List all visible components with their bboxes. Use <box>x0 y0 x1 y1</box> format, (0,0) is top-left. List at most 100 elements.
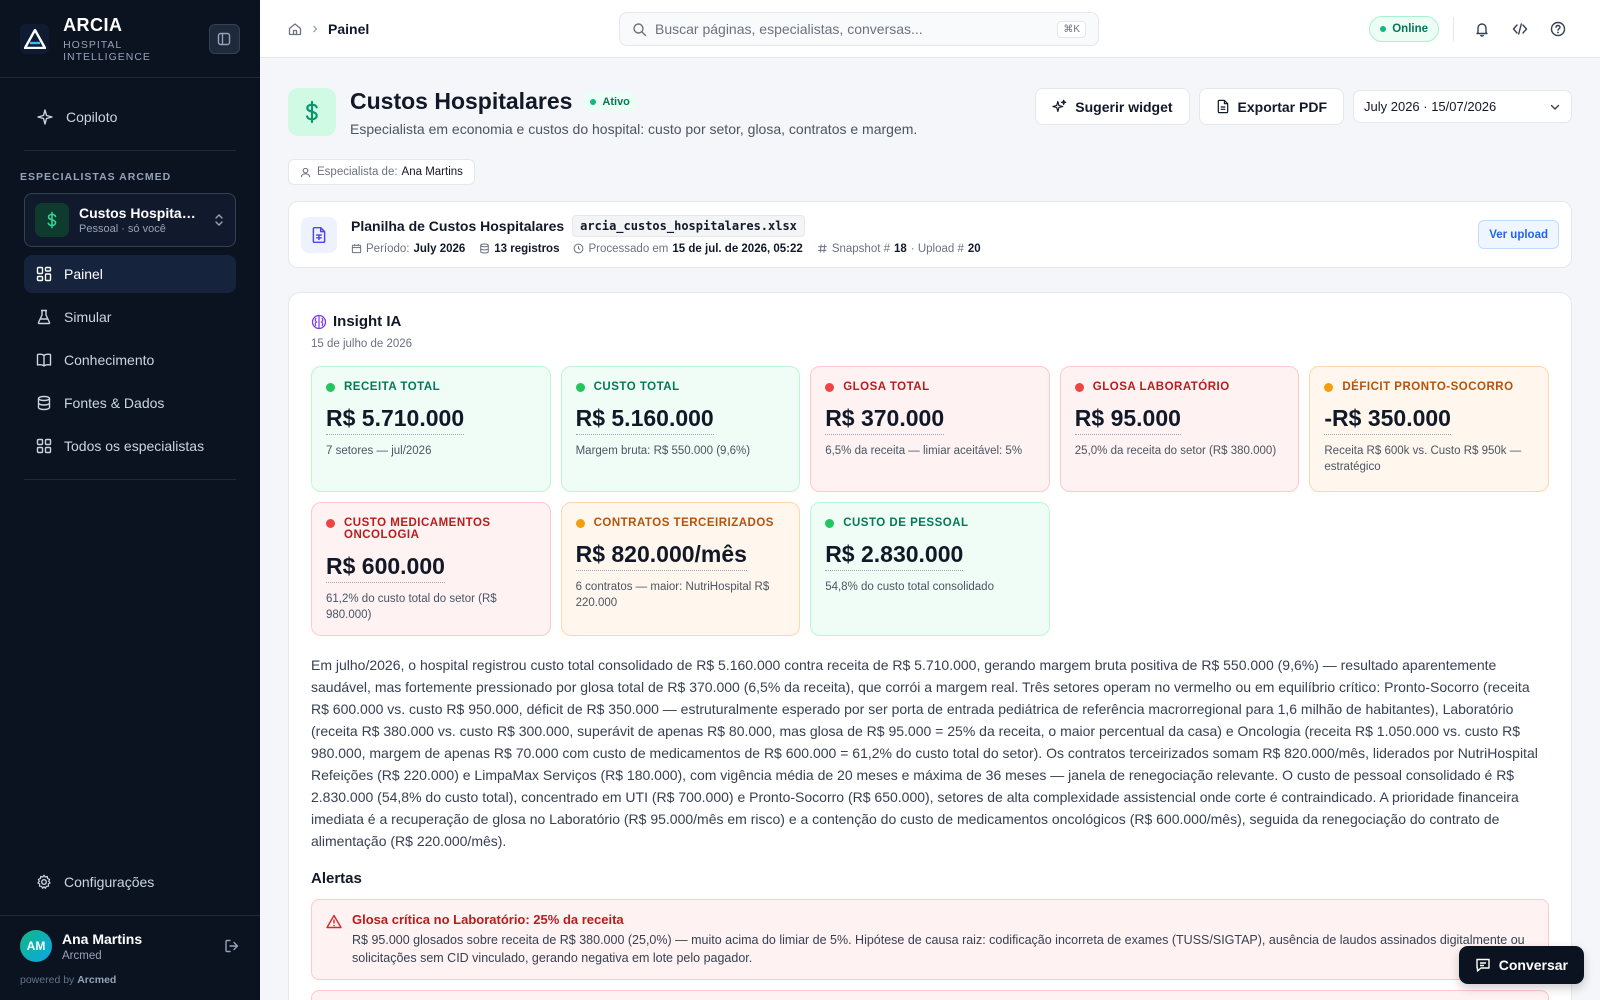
logout-button[interactable] <box>224 938 240 954</box>
kpi-card: CUSTO MEDICAMENTOS ONCOLOGIA R$ 600.000 … <box>311 502 551 636</box>
avatar: AM <box>20 930 52 962</box>
nav-simular[interactable]: Simular <box>24 298 236 336</box>
nav-copilot[interactable]: Copiloto <box>24 98 236 136</box>
brand-name: ARCIA <box>63 14 123 35</box>
date-select[interactable]: July 2026 · 15/07/2026 <box>1353 90 1572 123</box>
page-description: Especialista em economia e custos do hos… <box>350 121 918 137</box>
kpi-value[interactable]: R$ 2.830.000 <box>825 541 964 571</box>
hash-icon <box>817 244 827 253</box>
meta-processed-value: 15 de jul. de 2026, 05:22 <box>672 242 803 255</box>
date-select-value: July 2026 · 15/07/2026 <box>1364 99 1497 114</box>
topbar: Painel ⌘K Online <box>260 0 1600 58</box>
file-icon <box>1217 99 1228 114</box>
search-input[interactable] <box>655 21 1058 37</box>
kpi-note: Receita R$ 600k vs. Custo R$ 950k — estr… <box>1324 445 1522 473</box>
chevron-right-icon <box>313 25 318 32</box>
kpi-card: GLOSA LABORATÓRIO R$ 95.000 25,0% da rec… <box>1059 366 1300 492</box>
nav-conhecimento[interactable]: Conhecimento <box>24 341 236 379</box>
meta-records: 13 registros <box>479 243 559 255</box>
alert-item: Glosa crítica no Laboratório: 25% da rec… <box>311 899 1549 980</box>
kpi-card: GLOSA TOTAL R$ 370.000 6,5% da receita —… <box>810 366 1050 492</box>
alerts-title: Alertas <box>311 870 362 887</box>
kpi-label: CUSTO DE PESSOAL <box>843 517 969 529</box>
search-icon <box>633 22 647 36</box>
status-text: Online <box>1392 22 1428 35</box>
meta-records-value: 13 registros <box>494 242 560 255</box>
database-icon <box>37 395 51 411</box>
arcia-logo-icon <box>20 23 50 54</box>
specialist-name: Custos Hospitalares <box>79 205 197 221</box>
kpi-value[interactable]: R$ 820.000/mês <box>575 541 747 571</box>
meta-snapshot: Snapshot # 18 · Upload #20 <box>817 243 981 255</box>
bell-icon <box>1476 22 1488 37</box>
notifications-button[interactable] <box>1468 15 1496 43</box>
nav-conhecimento-label: Conhecimento <box>64 352 155 368</box>
kpi-card: CONTRATOS TERCEIRIZADOS R$ 820.000/mês 6… <box>560 502 801 636</box>
nav-fontes-dados[interactable]: Fontes & Dados <box>24 384 236 422</box>
alert-text: R$ 95.000 glosados sobre receita de R$ 3… <box>352 933 1525 965</box>
nav-fontes-label: Fontes & Dados <box>64 395 165 411</box>
kpi-value[interactable]: -R$ 350.000 <box>1324 405 1451 435</box>
upload-title: Planilha de Custos Hospitalares <box>351 217 565 234</box>
kpi-card: RECEITA TOTAL R$ 5.710.000 7 setores — j… <box>311 366 551 492</box>
export-pdf-button[interactable]: Exportar PDF <box>1198 88 1344 125</box>
kpi-label: CUSTO MEDICAMENTOS ONCOLOGIA <box>344 517 491 541</box>
user-profile[interactable]: AM Ana Martins Arcmed <box>0 915 260 968</box>
page-title: Custos Hospitalares <box>350 88 573 114</box>
nav-copilot-label: Copiloto <box>66 109 118 125</box>
gear-icon <box>37 874 51 889</box>
kpi-value[interactable]: R$ 600.000 <box>326 553 445 583</box>
search-shortcut: ⌘K <box>1057 20 1086 38</box>
kpi-label: CONTRATOS TERCEIRIZADOS <box>593 517 774 529</box>
owner-chip: Especialista de: Ana Martins <box>288 159 475 185</box>
nav-painel[interactable]: Painel <box>24 255 236 293</box>
search-bar[interactable]: ⌘K <box>619 12 1099 46</box>
specialist-sub: Pessoal · só você <box>79 223 166 235</box>
suggest-widget-button[interactable]: Sugerir widget <box>1035 88 1190 125</box>
grid-icon <box>36 438 52 454</box>
meta-upload-label: · Upload # <box>910 242 964 255</box>
main-content: Custos Hospitalares Ativo Especialista e… <box>260 58 1600 1000</box>
alert-title: Glosa crítica no Laboratório: 25% da rec… <box>352 912 624 927</box>
kpi-note: 25,0% da receita do setor (R$ 380.000) <box>1074 445 1277 457</box>
kpi-label: RECEITA TOTAL <box>344 381 441 393</box>
clock-icon <box>574 243 584 254</box>
kpi-note: 7 setores — jul/2026 <box>326 445 432 457</box>
kpi-value[interactable]: R$ 5.160.000 <box>575 405 714 435</box>
kpi-label: GLOSA LABORATÓRIO <box>1092 381 1230 393</box>
suggest-widget-label: Sugerir widget <box>1075 98 1173 115</box>
kpi-value[interactable]: R$ 5.710.000 <box>326 405 465 435</box>
kpi-value[interactable]: R$ 370.000 <box>825 405 945 435</box>
home-icon[interactable] <box>288 22 302 36</box>
collapse-sidebar-button[interactable] <box>208 23 240 54</box>
upload-card: Planilha de Custos Hospitalares arcia_cu… <box>288 201 1572 268</box>
chat-button-label: Conversar <box>1498 957 1568 973</box>
dollar-icon <box>288 88 336 136</box>
sidebar-toggle-icon <box>218 32 231 45</box>
page-header: Custos Hospitalares Ativo Especialista e… <box>288 88 1572 137</box>
user-name: Ana Martins <box>62 930 143 947</box>
kpi-card: DÉFICIT PRONTO-SOCORRO -R$ 350.000 Recei… <box>1309 366 1549 492</box>
sparkles-icon <box>37 109 53 125</box>
view-upload-button[interactable]: Ver upload <box>1478 220 1559 249</box>
chevron-up-down-icon <box>215 214 223 226</box>
section-title: ESPECIALISTAS ARCMED <box>20 171 172 183</box>
chat-button[interactable]: Conversar <box>1458 946 1584 984</box>
kpi-note: 54,8% do custo total consolidado <box>825 581 994 593</box>
active-badge-text: Ativo <box>602 95 630 108</box>
nav-todos-especialistas[interactable]: Todos os especialistas <box>24 427 236 465</box>
specialist-switcher[interactable]: Custos Hospitalares Pessoal · só você <box>24 193 236 247</box>
help-button[interactable] <box>1544 15 1572 43</box>
calendar-icon <box>351 244 362 254</box>
kpi-label: DÉFICIT PRONTO-SOCORRO <box>1342 381 1514 393</box>
kpi-label: GLOSA TOTAL <box>843 381 930 393</box>
powered-prefix: powered by <box>20 974 75 986</box>
dollar-icon <box>35 203 69 237</box>
nav-configuracoes-label: Configurações <box>64 874 155 890</box>
insight-text: Em julho/2026, o hospital registrou cust… <box>311 657 1538 849</box>
divider <box>1453 16 1454 41</box>
kpi-value[interactable]: R$ 95.000 <box>1074 405 1181 435</box>
nav-configuracoes[interactable]: Configurações <box>24 863 236 901</box>
meta-snapshot-label: Snapshot # <box>831 242 890 255</box>
developer-button[interactable] <box>1506 15 1534 43</box>
